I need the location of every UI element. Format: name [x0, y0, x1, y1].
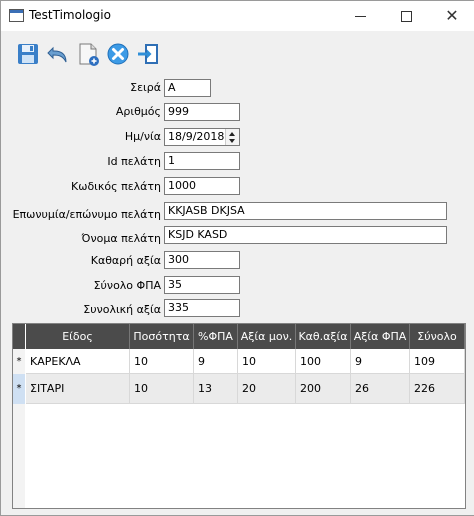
save-button[interactable] — [15, 41, 41, 67]
date-field[interactable]: 18/9/2018 — [164, 128, 240, 146]
title-bar: TestTimologio ✕ — [1, 1, 474, 31]
client-id-label: Id πελάτη — [107, 155, 161, 168]
company-label: Επωνυμία/επώνυμο πελάτη — [12, 208, 161, 221]
table-cell[interactable]: 200 — [296, 374, 351, 404]
spin-down-icon — [229, 139, 235, 143]
undo-icon — [47, 46, 67, 63]
new-document-icon — [79, 43, 99, 66]
date-label: Ημ/νία — [124, 130, 161, 143]
column-header[interactable]: Σύνολο — [410, 324, 465, 349]
client-code-label: Κωδικός πελάτη — [71, 180, 161, 193]
table-cell[interactable]: 10 — [130, 374, 194, 404]
table-cell[interactable]: 226 — [410, 374, 465, 404]
row-marker[interactable]: * — [13, 349, 25, 374]
table-cell[interactable]: 10 — [238, 349, 296, 374]
net-value-label: Καθαρή αξία — [90, 254, 161, 267]
app-window: TestTimologio ✕ Σειρά Α Αριθμός 999 Ημ/ν… — [0, 0, 474, 516]
table-cell[interactable]: 26 — [351, 374, 410, 404]
client-name-field[interactable]: KSJD KASD — [164, 226, 447, 244]
table-cell[interactable]: 20 — [238, 374, 296, 404]
seira-field[interactable]: Α — [164, 79, 211, 97]
column-header[interactable]: Είδος — [26, 324, 130, 349]
table-cell[interactable]: 9 — [351, 349, 410, 374]
delete-icon — [107, 43, 129, 65]
column-header[interactable]: Καθ.αξία — [296, 324, 351, 349]
vat-total-label: Σύνολο ΦΠΑ — [93, 279, 161, 292]
net-value-field[interactable]: 300 — [164, 251, 240, 269]
window-title: TestTimologio — [29, 8, 111, 22]
column-header[interactable]: Ποσότητα — [130, 324, 194, 349]
exit-button[interactable] — [135, 41, 161, 67]
grid-corner — [13, 324, 25, 349]
maximize-button[interactable] — [383, 1, 429, 31]
table-cell[interactable]: 10 — [130, 349, 194, 374]
table-cell[interactable]: 9 — [194, 349, 238, 374]
undo-button[interactable] — [45, 41, 71, 67]
spin-up-icon — [229, 132, 235, 136]
client-code-field[interactable]: 1000 — [164, 177, 240, 195]
column-header[interactable]: Αξία ΦΠΑ — [351, 324, 410, 349]
exit-icon — [138, 44, 158, 64]
new-document-button[interactable] — [75, 41, 101, 67]
items-grid[interactable]: Είδος Ποσότητα %ΦΠΑ Αξία μον. Καθ.αξία Α… — [12, 323, 466, 509]
seira-label: Σειρά — [130, 81, 161, 94]
minimize-button[interactable] — [337, 1, 383, 31]
column-header[interactable]: Αξία μον. — [238, 324, 296, 349]
table-cell[interactable]: 109 — [410, 349, 465, 374]
delete-button[interactable] — [105, 41, 131, 67]
date-spinner[interactable] — [225, 129, 239, 145]
close-button[interactable]: ✕ — [429, 1, 474, 31]
table-cell[interactable]: ΣΙΤΑΡΙ — [26, 374, 130, 404]
table-cell[interactable]: 13 — [194, 374, 238, 404]
grand-total-field[interactable]: 335 — [164, 299, 240, 317]
minimize-icon — [354, 15, 366, 17]
table-cell[interactable]: ΚΑΡΕΚΛΑ — [26, 349, 130, 374]
client-id-field[interactable]: 1 — [164, 152, 240, 170]
arithmos-field[interactable]: 999 — [164, 103, 240, 121]
row-header-strip — [13, 404, 25, 508]
grand-total-label: Συνολική αξία — [83, 303, 161, 316]
save-icon — [18, 44, 38, 64]
column-header[interactable]: %ΦΠΑ — [194, 324, 238, 349]
close-icon: ✕ — [445, 6, 459, 25]
maximize-icon — [400, 10, 412, 22]
date-value: 18/9/2018 — [168, 130, 225, 143]
vat-total-field[interactable]: 35 — [164, 276, 240, 294]
app-window-icon — [9, 9, 24, 22]
client-name-label: Όνομα πελάτη — [81, 232, 161, 245]
row-marker[interactable]: * — [13, 374, 25, 404]
company-field[interactable]: KKJASB DKJSA — [164, 202, 447, 220]
table-cell[interactable]: 100 — [296, 349, 351, 374]
arithmos-label: Αριθμός — [115, 105, 161, 118]
